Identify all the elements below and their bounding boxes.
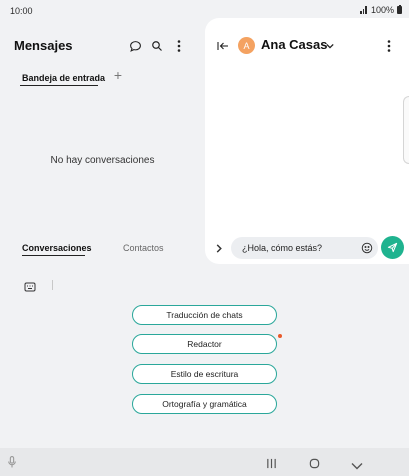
send-button[interactable] [381,236,404,259]
home-button[interactable] [309,456,320,474]
tab-conversations-indicator [22,255,85,256]
chat-bubble-icon [129,40,141,52]
status-indicators: 100% [360,4,402,15]
ai-keyboard-icon [24,282,36,292]
empty-state-text: No hay conversaciones [50,155,155,166]
toolbar-divider [52,280,53,290]
signal-icon [360,6,367,14]
recent-apps-button[interactable] [266,456,277,474]
tab-conversations[interactable]: Conversaciones [22,243,92,253]
expand-options-button[interactable] [210,239,228,257]
new-chat-button[interactable] [126,37,144,55]
emoji-icon [361,242,373,254]
battery-icon [397,4,402,14]
spelling-grammar-button[interactable]: Ortografía y gramática [132,394,277,414]
more-options-button[interactable] [170,37,188,55]
emoji-button[interactable] [358,239,376,257]
chat-more-options-button[interactable] [380,37,398,55]
translate-chats-button[interactable]: Traducción de chats [132,305,277,325]
navigation-bar [0,448,409,476]
status-time: 10:00 [10,6,33,16]
back-button[interactable] [351,457,363,475]
side-panel-handle[interactable] [403,96,409,164]
page-title: Mensajes [14,38,73,53]
search-button[interactable] [148,37,166,55]
collapse-panel-button[interactable] [214,37,232,55]
chat-panel [205,18,409,264]
voice-input-button[interactable] [8,455,16,473]
contact-dropdown-button[interactable] [321,37,339,55]
message-input[interactable] [231,237,378,259]
ai-assistant-button[interactable] [24,279,36,297]
tab-inbox-indicator [20,85,98,86]
new-feature-dot [278,334,282,338]
avatar[interactable]: A [238,37,255,54]
microphone-icon [8,456,16,468]
search-icon [152,41,162,51]
writing-style-button[interactable]: Estilo de escritura [132,364,277,384]
chevron-down-icon [351,463,363,470]
tab-contacts[interactable]: Contactos [123,243,164,253]
home-icon [309,458,320,469]
more-vertical-icon [387,40,391,52]
more-vertical-icon [177,40,181,52]
chevron-down-icon [326,43,334,49]
add-category-button[interactable]: + [112,67,124,83]
composer-button[interactable]: Redactor [132,334,277,354]
recents-icon [267,458,276,469]
send-icon [387,242,398,253]
contact-name[interactable]: Ana Casas [261,37,327,52]
arrow-left-bar-icon [217,42,228,50]
battery-percent: 100% [370,5,394,15]
chevron-right-icon [216,243,222,253]
